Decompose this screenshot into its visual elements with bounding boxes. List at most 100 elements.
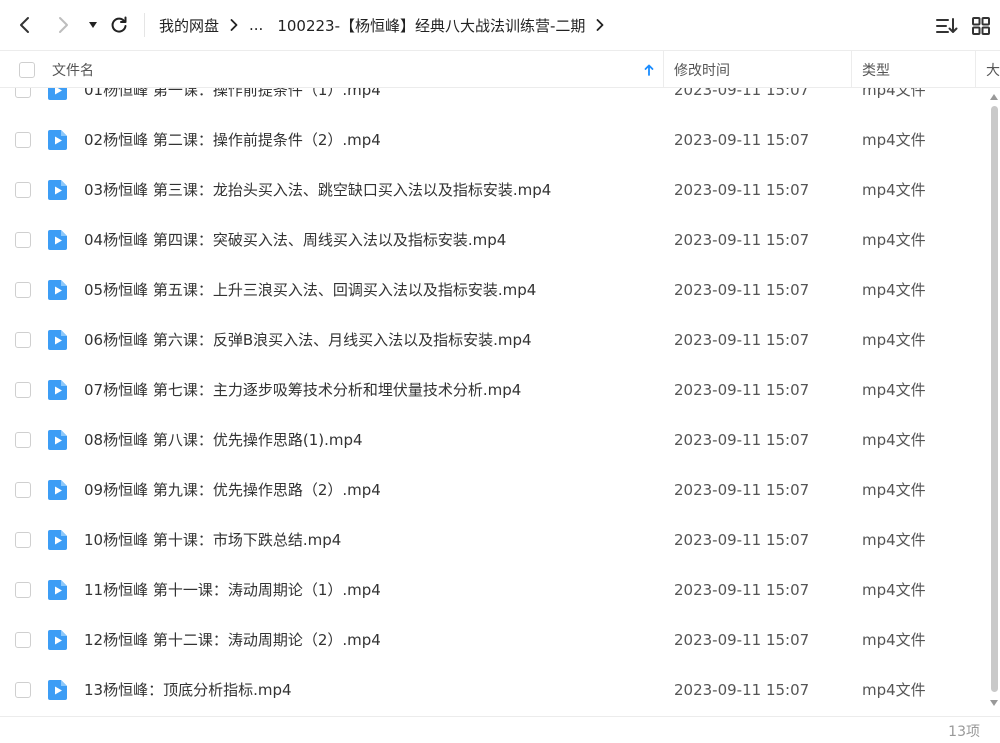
file-name[interactable]: 13杨恒峰：顶底分析指标.mp4 bbox=[84, 665, 292, 715]
row-checkbox[interactable] bbox=[15, 282, 31, 298]
column-modified[interactable]: 修改时间 bbox=[674, 51, 730, 88]
breadcrumb-ellipsis[interactable]: ... bbox=[249, 16, 263, 34]
forward-button[interactable] bbox=[50, 12, 76, 38]
file-name[interactable]: 05杨恒峰 第五课：上升三浪买入法、回调买入法以及指标安装.mp4 bbox=[84, 265, 536, 315]
file-type: mp4文件 bbox=[862, 531, 926, 549]
file-row[interactable]: 10杨恒峰 第十课：市场下跌总结.mp4 2023-09-11 15:07 mp4文… bbox=[0, 515, 990, 565]
file-type: mp4文件 bbox=[862, 431, 926, 449]
video-file-icon bbox=[48, 480, 67, 500]
file-modified-date: 2023-09-11 15:07 bbox=[674, 281, 810, 299]
file-row[interactable]: 03杨恒峰 第三课：龙抬头买入法、跳空缺口买入法以及指标安装.mp4 2023-0… bbox=[0, 165, 990, 215]
item-count: 13项 bbox=[948, 724, 980, 740]
breadcrumb: 我的网盘 ... 100223-【杨恒峰】经典八大战法训练营-二期 bbox=[159, 0, 615, 50]
video-file-icon bbox=[48, 180, 67, 200]
file-type: mp4文件 bbox=[862, 281, 926, 299]
back-button[interactable] bbox=[12, 12, 38, 38]
file-modified-date: 2023-09-11 15:07 bbox=[674, 431, 810, 449]
grid-view-button[interactable] bbox=[968, 13, 994, 39]
row-checkbox[interactable] bbox=[15, 332, 31, 348]
row-checkbox[interactable] bbox=[15, 132, 31, 148]
column-name[interactable]: 文件名 bbox=[52, 51, 94, 88]
file-name[interactable]: 06杨恒峰 第六课：反弹B浪买入法、月线买入法以及指标安装.mp4 bbox=[84, 315, 532, 365]
file-type: mp4文件 bbox=[862, 131, 926, 149]
grid-view-icon bbox=[972, 17, 990, 35]
column-divider[interactable] bbox=[975, 51, 976, 88]
file-row[interactable]: 06杨恒峰 第六课：反弹B浪买入法、月线买入法以及指标安装.mp4 2023-09… bbox=[0, 315, 990, 365]
file-name[interactable]: 04杨恒峰 第四课：突破买入法、周线买入法以及指标安装.mp4 bbox=[84, 215, 506, 265]
file-row[interactable]: 05杨恒峰 第五课：上升三浪买入法、回调买入法以及指标安装.mp4 2023-09… bbox=[0, 265, 990, 315]
file-name[interactable]: 03杨恒峰 第三课：龙抬头买入法、跳空缺口买入法以及指标安装.mp4 bbox=[84, 165, 551, 215]
file-row[interactable]: 11杨恒峰 第十一课：涛动周期论（1）.mp4 2023-09-11 15:07 m… bbox=[0, 565, 990, 615]
sort-list-icon bbox=[936, 18, 958, 33]
file-row[interactable]: 07杨恒峰 第七课：主力逐步吸筹技术分析和埋伏量技术分析.mp4 2023-09-… bbox=[0, 365, 990, 415]
row-checkbox[interactable] bbox=[15, 582, 31, 598]
toolbar-divider bbox=[144, 13, 145, 37]
file-type: mp4文件 bbox=[862, 631, 926, 649]
row-checkbox[interactable] bbox=[15, 482, 31, 498]
file-row[interactable]: 12杨恒峰 第十二课：涛动周期论（2）.mp4 2023-09-11 15:07 m… bbox=[0, 615, 990, 665]
file-type: mp4文件 bbox=[862, 331, 926, 349]
file-name[interactable]: 01杨恒峰 第一课：操作前提条件（1）.mp4 bbox=[84, 88, 381, 115]
sort-button[interactable] bbox=[934, 13, 960, 39]
refresh-button[interactable] bbox=[106, 12, 132, 38]
scroll-up-icon[interactable] bbox=[990, 94, 998, 100]
file-name[interactable]: 10杨恒峰 第十课：市场下跌总结.mp4 bbox=[84, 515, 341, 565]
history-dropdown-button[interactable] bbox=[80, 12, 106, 38]
column-header: 文件名 修改时间 类型 大 bbox=[0, 50, 1000, 88]
video-file-icon bbox=[48, 680, 67, 700]
file-type: mp4文件 bbox=[862, 231, 926, 249]
file-row[interactable]: 09杨恒峰 第九课：优先操作思路（2）.mp4 2023-09-11 15:07 m… bbox=[0, 465, 990, 515]
file-name[interactable]: 08杨恒峰 第八课：优先操作思路(1).mp4 bbox=[84, 415, 363, 465]
row-checkbox[interactable] bbox=[15, 88, 31, 98]
file-row[interactable]: 01杨恒峰 第一课：操作前提条件（1）.mp4 2023-09-11 15:07 m… bbox=[0, 88, 990, 115]
file-type: mp4文件 bbox=[862, 481, 926, 499]
status-bar: 13项 bbox=[0, 716, 1000, 743]
row-checkbox[interactable] bbox=[15, 232, 31, 248]
file-modified-date: 2023-09-11 15:07 bbox=[674, 581, 810, 599]
column-size[interactable]: 大 bbox=[986, 51, 1000, 88]
video-file-icon bbox=[48, 380, 67, 400]
video-file-icon bbox=[48, 230, 67, 250]
select-all-checkbox[interactable] bbox=[19, 51, 35, 88]
chevron-right-icon bbox=[596, 19, 604, 31]
file-name[interactable]: 02杨恒峰 第二课：操作前提条件（2）.mp4 bbox=[84, 115, 381, 165]
file-type: mp4文件 bbox=[862, 88, 926, 99]
file-name[interactable]: 07杨恒峰 第七课：主力逐步吸筹技术分析和埋伏量技术分析.mp4 bbox=[84, 365, 521, 415]
breadcrumb-current[interactable]: 100223-【杨恒峰】经典八大战法训练营-二期 bbox=[277, 15, 585, 36]
video-file-icon bbox=[48, 280, 67, 300]
file-row[interactable]: 13杨恒峰：顶底分析指标.mp4 2023-09-11 15:07 mp4文件 bbox=[0, 665, 990, 715]
file-name[interactable]: 12杨恒峰 第十二课：涛动周期论（2）.mp4 bbox=[84, 615, 381, 665]
scroll-thumb[interactable] bbox=[991, 106, 998, 692]
column-divider[interactable] bbox=[663, 51, 664, 88]
row-checkbox[interactable] bbox=[15, 532, 31, 548]
video-file-icon bbox=[48, 330, 67, 350]
file-row[interactable]: 08杨恒峰 第八课：优先操作思路(1).mp4 2023-09-11 15:07 m… bbox=[0, 415, 990, 465]
file-modified-date: 2023-09-11 15:07 bbox=[674, 231, 810, 249]
column-type[interactable]: 类型 bbox=[862, 51, 890, 88]
file-modified-date: 2023-09-11 15:07 bbox=[674, 381, 810, 399]
file-modified-date: 2023-09-11 15:07 bbox=[674, 331, 810, 349]
scroll-down-icon[interactable] bbox=[990, 700, 998, 706]
row-checkbox[interactable] bbox=[15, 682, 31, 698]
video-file-icon bbox=[48, 130, 67, 150]
chevron-right-icon bbox=[230, 19, 238, 31]
column-divider[interactable] bbox=[851, 51, 852, 88]
file-modified-date: 2023-09-11 15:07 bbox=[674, 181, 810, 199]
file-name[interactable]: 11杨恒峰 第十一课：涛动周期论（1）.mp4 bbox=[84, 565, 381, 615]
file-modified-date: 2023-09-11 15:07 bbox=[674, 481, 810, 499]
file-row[interactable]: 04杨恒峰 第四课：突破买入法、周线买入法以及指标安装.mp4 2023-09-1… bbox=[0, 215, 990, 265]
file-modified-date: 2023-09-11 15:07 bbox=[674, 531, 810, 549]
row-checkbox[interactable] bbox=[15, 432, 31, 448]
file-name[interactable]: 09杨恒峰 第九课：优先操作思路（2）.mp4 bbox=[84, 465, 381, 515]
row-checkbox[interactable] bbox=[15, 182, 31, 198]
chevron-right-icon bbox=[59, 17, 68, 33]
vertical-scrollbar[interactable] bbox=[988, 88, 1000, 716]
sort-ascending-icon[interactable] bbox=[644, 51, 654, 88]
file-row[interactable]: 02杨恒峰 第二课：操作前提条件（2）.mp4 2023-09-11 15:07 m… bbox=[0, 115, 990, 165]
row-checkbox[interactable] bbox=[15, 382, 31, 398]
toolbar: 我的网盘 ... 100223-【杨恒峰】经典八大战法训练营-二期 bbox=[0, 0, 1000, 50]
breadcrumb-root[interactable]: 我的网盘 bbox=[159, 15, 219, 36]
row-checkbox[interactable] bbox=[15, 632, 31, 648]
file-list: 01杨恒峰 第一课：操作前提条件（1）.mp4 2023-09-11 15:07 m… bbox=[0, 88, 990, 716]
video-file-icon bbox=[48, 580, 67, 600]
